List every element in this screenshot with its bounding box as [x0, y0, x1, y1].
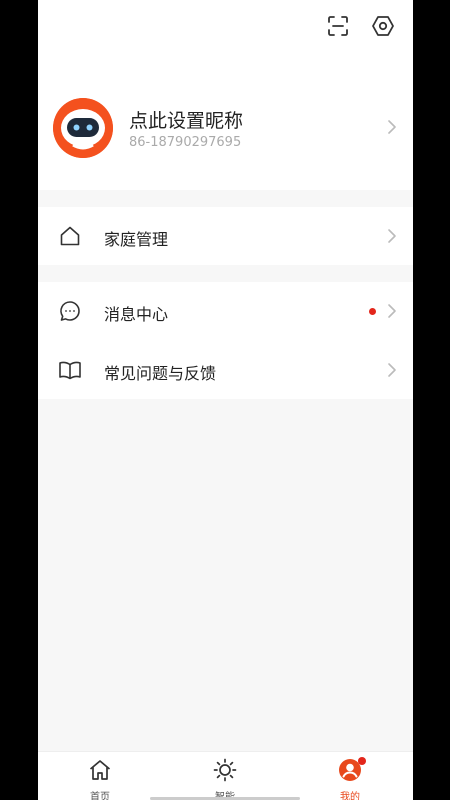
scan-icon[interactable] — [325, 13, 351, 39]
gear-icon[interactable] — [370, 13, 396, 39]
house-icon — [58, 224, 82, 248]
unread-dot — [369, 308, 376, 315]
menu-item-family[interactable]: 家庭管理 — [38, 207, 413, 265]
bottom-tab-bar: 首页 智能 我的 — [38, 751, 413, 800]
menu-item-faq[interactable]: 常见问题与反馈 — [38, 341, 413, 399]
menu-item-label: 家庭管理 — [104, 230, 169, 249]
screen: 点此设置昵称 86-18790297695 家庭管理 消息中心 常见问题与反馈 … — [38, 0, 413, 800]
phone-number: 86-18790297695 — [129, 135, 242, 150]
avatar[interactable] — [53, 98, 113, 158]
tab-label: 我的 — [340, 792, 360, 800]
notification-badge — [358, 757, 366, 765]
chevron-right-icon — [386, 362, 398, 378]
chevron-right-icon — [386, 228, 398, 244]
menu-item-label: 常见问题与反馈 — [104, 364, 217, 383]
chat-bubble-icon — [58, 299, 82, 323]
support-card: 消息中心 常见问题与反馈 — [38, 282, 413, 399]
family-card: 家庭管理 — [38, 207, 413, 265]
menu-item-messages[interactable]: 消息中心 — [38, 282, 413, 340]
tab-smart[interactable]: 智能 — [185, 752, 265, 800]
tab-mine[interactable]: 我的 — [310, 752, 390, 800]
sun-icon — [213, 758, 237, 782]
book-icon — [58, 358, 82, 382]
chevron-right-icon[interactable] — [386, 119, 398, 135]
chevron-right-icon — [386, 303, 398, 319]
home-icon — [88, 758, 112, 782]
tab-label: 首页 — [90, 792, 110, 800]
profile-header: 点此设置昵称 86-18790297695 — [38, 0, 413, 190]
nickname-text[interactable]: 点此设置昵称 — [129, 106, 243, 133]
tab-home[interactable]: 首页 — [60, 752, 140, 800]
menu-item-label: 消息中心 — [104, 305, 169, 324]
